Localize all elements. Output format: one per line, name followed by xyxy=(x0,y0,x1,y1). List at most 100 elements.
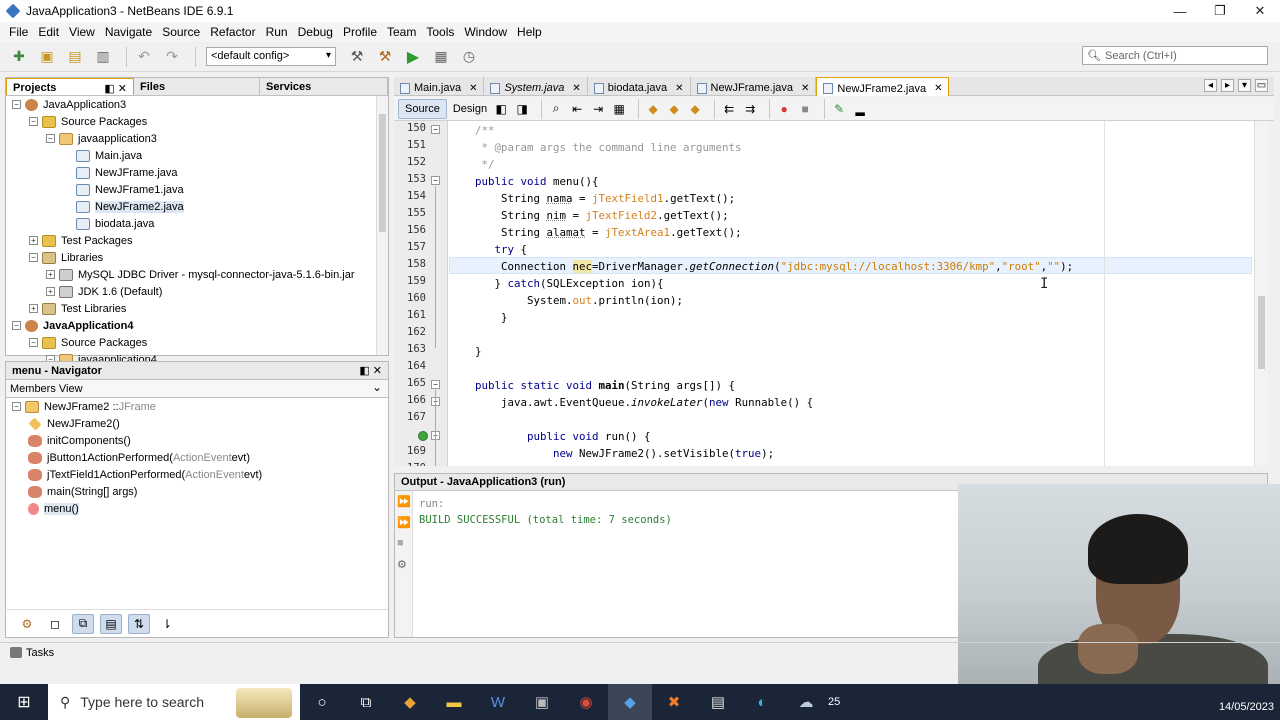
navigator-close-icon[interactable]: ◧ ✕ xyxy=(359,364,382,377)
line-number[interactable]: 162 xyxy=(394,326,426,338)
word-icon[interactable]: W xyxy=(476,684,520,720)
new-file-icon[interactable]: ✚ xyxy=(8,46,30,68)
fold-icon[interactable]: − xyxy=(431,125,440,134)
line-number[interactable]: 158 xyxy=(394,258,426,270)
line-number[interactable]: 169 xyxy=(394,445,426,457)
clock-date[interactable]: 14/05/2023 xyxy=(1219,701,1274,713)
navigator-member[interactable]: NewJFrame2() xyxy=(6,415,388,432)
line-number[interactable]: 164 xyxy=(394,360,426,372)
editor-tab[interactable]: biodata.java ✕ xyxy=(588,77,691,96)
tab-files[interactable]: Files xyxy=(134,78,260,95)
menu-tools[interactable]: Tools xyxy=(421,25,459,39)
editor-tab[interactable]: NewJFrame2.java ✕ xyxy=(816,77,950,96)
edge-icon[interactable]: ◐ xyxy=(740,684,784,720)
debug-icon[interactable]: ▦ xyxy=(430,46,452,68)
open-project-icon[interactable]: ▤ xyxy=(64,46,86,68)
collapse-icon[interactable]: − xyxy=(46,134,55,143)
navigator-member[interactable]: menu() xyxy=(6,500,388,517)
scrollbar-thumb[interactable] xyxy=(1258,296,1265,369)
run-icon[interactable]: ▶ xyxy=(402,46,424,68)
tree-node[interactable]: biodata.java xyxy=(6,215,388,232)
scroll-left-icon[interactable]: ◂ xyxy=(1204,79,1217,92)
collapse-icon[interactable]: − xyxy=(12,100,21,109)
expand-icon[interactable]: + xyxy=(29,236,38,245)
panel-close-icon[interactable]: ◧ ✕ xyxy=(104,82,127,95)
collapse-icon[interactable]: − xyxy=(29,117,38,126)
new-project-icon[interactable]: ▣ xyxy=(36,46,58,68)
close-button[interactable]: ✕ xyxy=(1240,0,1280,22)
maximize-editor-icon[interactable]: ▭ xyxy=(1255,79,1268,92)
filter-fields-icon[interactable]: ◻ xyxy=(44,614,66,634)
code-area[interactable]: /** * @param args the command line argum… xyxy=(449,121,1268,466)
netbeans-taskbar-icon[interactable]: ◆ xyxy=(608,684,652,720)
members-view-dropdown[interactable]: Members View xyxy=(6,380,388,398)
menu-navigate[interactable]: Navigate xyxy=(100,25,157,39)
override-marker-icon[interactable] xyxy=(418,431,428,441)
tree-node[interactable]: − JavaApplication3 xyxy=(6,96,388,113)
editor-scrollbar[interactable] xyxy=(1254,121,1268,466)
app-window-icon[interactable]: ▤ xyxy=(696,684,740,720)
stop-macro-icon[interactable]: ■ xyxy=(797,101,813,117)
close-tab-icon[interactable]: ✕ xyxy=(572,83,580,94)
back-icon[interactable]: ◧ xyxy=(493,101,509,117)
prev-bookmark-icon[interactable]: ◆ xyxy=(645,101,661,117)
maximize-button[interactable]: ❐ xyxy=(1200,0,1240,22)
editor-tab[interactable]: NewJFrame.java ✕ xyxy=(691,77,817,96)
close-tab-icon[interactable]: ✕ xyxy=(934,83,942,94)
app-stack-icon[interactable]: ◆ xyxy=(388,684,432,720)
taskbar-search-input[interactable]: Type here to search xyxy=(80,694,204,710)
line-number[interactable]: 156 xyxy=(394,224,426,236)
line-number[interactable]: 163 xyxy=(394,343,426,355)
menu-run[interactable]: Run xyxy=(261,25,293,39)
config-dropdown[interactable]: <default config> xyxy=(206,47,336,66)
uncomment-icon[interactable]: ▂ xyxy=(852,101,868,117)
tree-node[interactable]: − Source Packages xyxy=(6,113,388,130)
source-tab-button[interactable]: Source xyxy=(398,98,447,119)
stop-icon[interactable]: ■ xyxy=(397,537,411,551)
search-input[interactable]: Search (Ctrl+I) xyxy=(1105,50,1177,62)
find-next-icon[interactable]: ⇥ xyxy=(590,101,606,117)
menu-debug[interactable]: Debug xyxy=(293,25,338,39)
code-editor[interactable]: 150−151 152 153−154 155 156 157 158 159 160 161 16… xyxy=(394,121,1268,466)
expand-icon[interactable]: + xyxy=(46,287,55,296)
line-number[interactable]: 160 xyxy=(394,292,426,304)
sort-by-source-icon[interactable]: ⇅ xyxy=(128,613,150,634)
filter-static-icon[interactable]: ▤ xyxy=(100,613,122,634)
search-box[interactable]: 🔍︎ Search (Ctrl+I) xyxy=(1082,46,1268,65)
line-number[interactable]: 167 xyxy=(394,411,426,423)
projects-scrollbar[interactable] xyxy=(376,96,388,355)
collapse-icon[interactable]: − xyxy=(29,253,38,262)
menu-help[interactable]: Help xyxy=(512,25,547,39)
menu-profile[interactable]: Profile xyxy=(338,25,382,39)
rerun-with-options-icon[interactable]: ⏩ xyxy=(397,516,411,530)
menu-window[interactable]: Window xyxy=(459,25,512,39)
line-number[interactable]: 170 xyxy=(394,462,426,466)
settings-icon[interactable]: ⚙ xyxy=(397,558,411,572)
menu-refactor[interactable]: Refactor xyxy=(205,25,260,39)
expand-icon[interactable]: + xyxy=(46,270,55,279)
menu-edit[interactable]: Edit xyxy=(33,25,64,39)
fold-icon[interactable]: − xyxy=(431,380,440,389)
tree-node[interactable]: Main.java xyxy=(6,147,388,164)
minimize-button[interactable]: — xyxy=(1160,0,1200,22)
save-all-icon[interactable]: ▥ xyxy=(92,46,114,68)
profile-icon[interactable]: ◷ xyxy=(458,46,480,68)
menu-file[interactable]: File xyxy=(4,25,33,39)
navigator-member[interactable]: jButton1ActionPerformed(ActionEvent evt) xyxy=(6,449,388,466)
tree-node[interactable]: − Source Packages xyxy=(6,334,388,351)
taskbar-search[interactable]: ⚲ Type here to search xyxy=(48,684,300,720)
next-bookmark-icon[interactable]: ◆ xyxy=(666,101,682,117)
menu-view[interactable]: View xyxy=(64,25,100,39)
clean-build-icon[interactable]: ⚒ xyxy=(374,46,396,68)
tree-node[interactable]: − javaapplication3 xyxy=(6,130,388,147)
tree-node[interactable]: − Libraries xyxy=(6,249,388,266)
toggle-bookmark-icon[interactable]: ◆ xyxy=(687,101,703,117)
start-macro-icon[interactable]: ● xyxy=(776,101,792,117)
collapse-icon[interactable]: − xyxy=(12,402,21,411)
tree-node[interactable]: NewJFrame1.java xyxy=(6,181,388,198)
build-icon[interactable]: ⚒ xyxy=(346,46,368,68)
chrome-icon[interactable]: ◉ xyxy=(564,684,608,720)
comment-icon[interactable]: ✎ xyxy=(831,101,847,117)
line-number[interactable]: 153 xyxy=(394,173,426,185)
line-number[interactable]: 161 xyxy=(394,309,426,321)
